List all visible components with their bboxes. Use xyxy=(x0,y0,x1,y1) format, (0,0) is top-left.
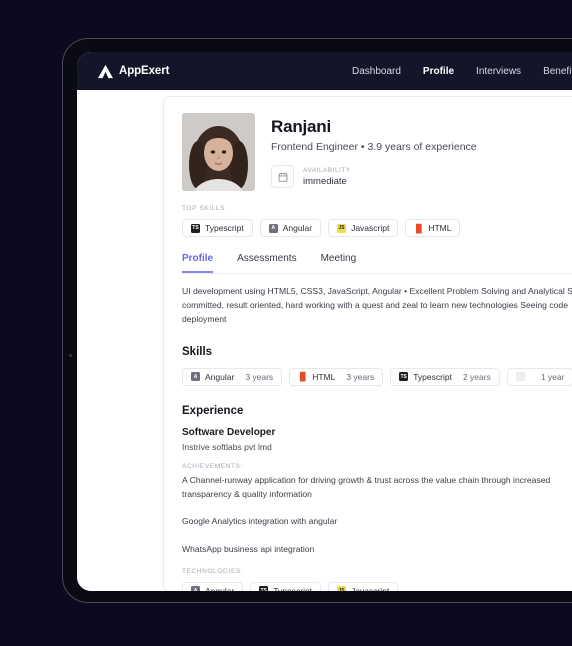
profile-summary: UI development using HTML5, CSS3, JavaSc… xyxy=(182,286,572,324)
achievement-item: WhatsApp business api integration xyxy=(182,544,315,555)
html5-icon: █ xyxy=(414,223,424,233)
skill-chip[interactable]: TS Typescript 2 years xyxy=(390,367,500,386)
availability-value: immediate xyxy=(303,175,347,187)
experience-heading: Experience xyxy=(182,404,244,417)
tablet-device-frame: AppExert Dashboard Profile Interviews Be… xyxy=(62,38,572,603)
chip-label: HTML xyxy=(428,223,452,233)
chip-label: Angular xyxy=(205,371,235,382)
chip-label: Javascript xyxy=(351,223,390,233)
top-skill-chip[interactable]: A Angular xyxy=(259,219,322,237)
technologies-chip-row: A Angular TS Typescript JS Javascript xyxy=(182,581,572,591)
skills-heading: Skills xyxy=(182,345,213,358)
blank-icon xyxy=(515,372,525,382)
tab-meeting[interactable]: Meeting xyxy=(321,253,357,273)
javascript-icon: JS xyxy=(337,586,347,591)
tab-profile[interactable]: Profile xyxy=(182,253,214,273)
chip-years: 3 years xyxy=(245,371,274,382)
chip-label: HTML xyxy=(312,371,336,382)
top-navigation-bar: AppExert Dashboard Profile Interviews Be… xyxy=(77,52,572,90)
job-title: Software Developer xyxy=(182,426,276,438)
technologies-label: TECHNOLOGIES: xyxy=(182,567,244,575)
job-company: Instrive softlabs pvt lmd xyxy=(182,441,272,452)
candidate-role-line: Frontend Engineer • 3.9 years of experie… xyxy=(271,141,477,153)
chip-label: Angular xyxy=(282,223,313,233)
candidate-name: Ranjani xyxy=(271,117,332,136)
calendar-icon xyxy=(271,165,294,188)
nav-link-benefits[interactable]: Benefits xyxy=(543,66,572,77)
top-skills-chip-row: TS Typescript A Angular JS Javascript █ … xyxy=(182,219,572,237)
typescript-icon: TS xyxy=(259,586,269,591)
nav-link-interviews[interactable]: Interviews xyxy=(476,66,521,77)
technology-chip[interactable]: JS Javascript xyxy=(328,581,399,591)
page-body: Ranjani Frontend Engineer • 3.9 years of… xyxy=(77,90,572,591)
availability-text: AVAILABILITY immediate xyxy=(303,167,351,187)
mountain-logo-icon xyxy=(98,64,113,78)
brand-name: AppExert xyxy=(119,65,170,77)
calendar-glyph-icon xyxy=(278,172,287,182)
top-skills-label: TOP SKILLS xyxy=(182,205,225,212)
identity-block: Ranjani Frontend Engineer • 3.9 years of… xyxy=(271,113,477,191)
profile-header: Ranjani Frontend Engineer • 3.9 years of… xyxy=(182,113,572,191)
top-skill-chip[interactable]: TS Typescript xyxy=(182,219,253,237)
profile-tabs: Profile Assessments Meeting xyxy=(182,253,572,274)
typescript-icon: TS xyxy=(399,372,409,382)
achievements-label: ACHIEVEMENTS: xyxy=(182,462,243,470)
nav-link-dashboard[interactable]: Dashboard xyxy=(352,66,401,77)
chip-label: Angular xyxy=(205,585,235,591)
achievement-item: Google Analytics integration with angula… xyxy=(182,516,338,527)
javascript-icon: JS xyxy=(337,223,347,233)
achievement-item: A Channel-runway application for driving… xyxy=(182,474,551,499)
skill-chip[interactable]: 1 year xyxy=(506,367,572,386)
chip-label: Typescript xyxy=(413,371,452,382)
experience-entry: Software Developer Instrive softlabs pvt… xyxy=(182,427,572,591)
availability-label: AVAILABILITY xyxy=(303,166,351,174)
chip-label: Typescript xyxy=(205,223,244,233)
chip-years: 3 years xyxy=(346,371,375,382)
nav-links: Dashboard Profile Interviews Benefits xyxy=(352,52,572,90)
chip-years: 2 years xyxy=(462,371,491,382)
top-skills-section: TOP SKILLS TS Typescript A Angular JS Ja xyxy=(182,205,572,237)
candidate-portrait-image xyxy=(182,113,255,191)
skill-chip[interactable]: A Angular 3 years xyxy=(182,367,283,386)
top-skill-chip[interactable]: JS Javascript xyxy=(328,219,399,237)
chip-label: Typescript xyxy=(273,585,313,591)
tab-assessments[interactable]: Assessments xyxy=(237,253,296,273)
html5-icon: █ xyxy=(298,372,308,382)
typescript-icon: TS xyxy=(191,223,200,233)
avatar xyxy=(182,113,255,191)
angular-icon: A xyxy=(191,586,200,591)
technology-chip[interactable]: TS Typescript xyxy=(250,581,322,591)
top-skill-chip[interactable]: █ HTML xyxy=(405,219,461,237)
brand-logo[interactable]: AppExert xyxy=(97,64,169,79)
skills-chip-row: A Angular 3 years █ HTML 3 years TS Type… xyxy=(182,367,572,386)
nav-link-profile[interactable]: Profile xyxy=(423,66,454,77)
profile-card: Ranjani Frontend Engineer • 3.9 years of… xyxy=(163,96,572,591)
technology-chip[interactable]: A Angular xyxy=(182,581,244,591)
availability-block: AVAILABILITY immediate xyxy=(271,165,477,188)
angular-icon: A xyxy=(191,372,200,382)
skill-chip[interactable]: █ HTML 3 years xyxy=(289,367,384,386)
chip-label: Javascript xyxy=(351,585,390,591)
chip-years: 1 year xyxy=(540,371,565,382)
device-screen: AppExert Dashboard Profile Interviews Be… xyxy=(77,52,572,591)
angular-icon: A xyxy=(268,223,278,233)
